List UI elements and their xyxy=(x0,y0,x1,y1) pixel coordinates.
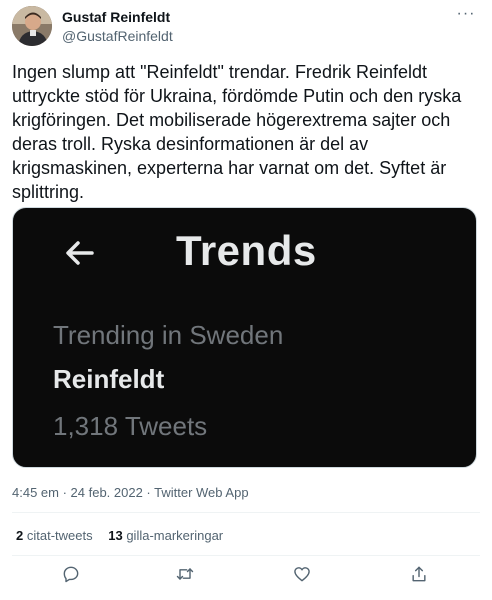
quote-tweets-stat[interactable]: 2 citat-tweets xyxy=(16,528,93,543)
tweet-media[interactable]: Trends Trending in Sweden Reinfeldt 1,31… xyxy=(12,207,477,468)
likes-count: 13 xyxy=(108,528,123,543)
retweet-icon[interactable] xyxy=(175,564,197,586)
author-display-name[interactable]: Gustaf Reinfeldt xyxy=(62,8,173,27)
tweet-text: Ingen slump att "Reinfeldt" trendar. Fre… xyxy=(12,62,462,202)
divider xyxy=(12,555,480,556)
tweet-timestamp[interactable]: 4:45 em · 24 feb. 2022 · Twitter Web App xyxy=(12,485,249,500)
author-names: Gustaf Reinfeldt @GustafReinfeldt xyxy=(62,8,173,46)
share-icon[interactable] xyxy=(409,564,431,586)
tweet-header: Gustaf Reinfeldt @GustafReinfeldt ··· xyxy=(12,6,480,50)
avatar[interactable] xyxy=(12,6,52,46)
more-icon[interactable]: ··· xyxy=(454,6,478,28)
quote-tweets-count: 2 xyxy=(16,528,24,543)
tweet-actions xyxy=(0,564,492,588)
tweet-stats: 2 citat-tweets 13 gilla-markeringar xyxy=(16,528,235,543)
trends-title: Trends xyxy=(176,227,317,274)
like-icon[interactable] xyxy=(292,564,314,586)
trend-count: 1,318 Tweets xyxy=(53,411,208,441)
back-arrow-icon xyxy=(66,241,94,265)
likes-label: gilla-markeringar xyxy=(126,528,224,543)
trend-location: Trending in Sweden xyxy=(53,320,284,350)
trend-name: Reinfeldt xyxy=(53,364,165,394)
quote-tweets-label: citat-tweets xyxy=(26,528,93,543)
divider xyxy=(12,512,480,513)
reply-icon[interactable] xyxy=(61,564,83,586)
author-handle[interactable]: @GustafReinfeldt xyxy=(62,27,173,46)
tweet: Gustaf Reinfeldt @GustafReinfeldt ··· In… xyxy=(0,0,492,600)
likes-stat[interactable]: 13 gilla-markeringar xyxy=(108,528,223,543)
